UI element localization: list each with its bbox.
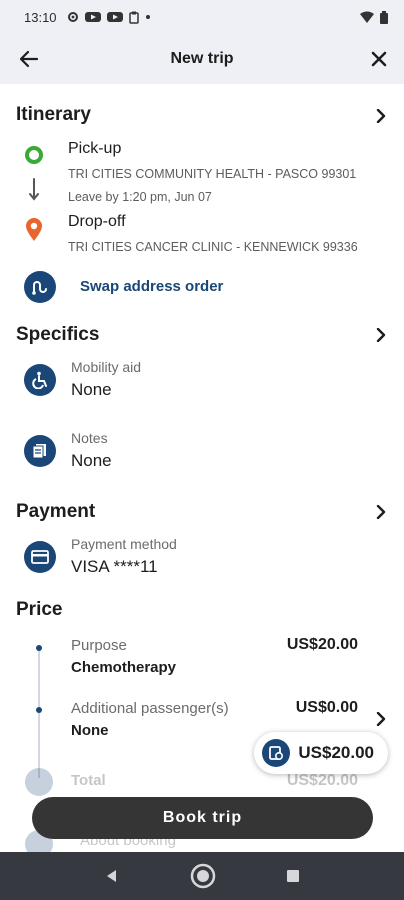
total-price-pill[interactable]: US$20.00 (254, 732, 388, 774)
close-button[interactable] (366, 46, 392, 72)
mobility-aid-label: Mobility aid (71, 359, 142, 375)
purpose-dot (36, 645, 42, 651)
book-trip-button[interactable]: Book trip (32, 797, 373, 839)
price-tag-icon-circle (262, 739, 291, 767)
passengers-label: Additional passenger(s) (71, 700, 229, 717)
swap-address-button[interactable]: Swap address order (80, 278, 223, 295)
leave-by-text: Leave by 1:20 pm, Jun 07 (68, 190, 212, 204)
system-nav-bar (0, 852, 404, 900)
status-time: 13:10 (24, 9, 57, 25)
settings-icon (67, 12, 78, 22)
credit-card-icon (31, 550, 49, 564)
payment-chevron-right-icon[interactable] (374, 505, 388, 519)
arrow-left-icon (19, 50, 39, 68)
price-title: Price (16, 599, 63, 620)
clipboard-icon (128, 11, 139, 24)
passengers-amount: US$0.00 (295, 699, 358, 716)
mobility-aid-value: None (71, 380, 112, 399)
notes-label: Notes (71, 430, 108, 446)
battery-icon (380, 10, 388, 24)
nav-home-icon[interactable] (189, 862, 217, 890)
purpose-value: Chemotherapy (71, 659, 177, 676)
youtube-icon-2 (106, 12, 123, 22)
specifics-chevron-right-icon[interactable] (374, 328, 388, 342)
itinerary-title: Itinerary (16, 104, 91, 125)
price-timeline (38, 648, 40, 778)
payment-title: Payment (16, 501, 96, 522)
total-icon-circle (25, 768, 53, 796)
app-bar: New trip (0, 34, 404, 84)
dropoff-marker-icon (26, 218, 42, 241)
dropoff-address: TRI CITIES CANCER CLINIC - KENNEWICK 993… (68, 240, 358, 254)
passengers-dot (36, 707, 42, 713)
price-tag-icon (269, 746, 284, 761)
pickup-label: Pick-up (68, 140, 122, 157)
wheelchair-icon (32, 371, 47, 389)
arrow-down-icon (29, 178, 39, 201)
total-label: Total (71, 772, 106, 789)
notes-icon-circle (24, 435, 56, 467)
purpose-label: Purpose (71, 637, 127, 654)
dropoff-label: Drop-off (68, 213, 126, 230)
status-bar: 13:10 (0, 0, 404, 34)
nav-recents-icon[interactable] (286, 869, 300, 883)
nav-back-icon[interactable] (104, 868, 120, 884)
payment-method-value: VISA ****11 (71, 557, 158, 576)
youtube-icon (84, 12, 101, 22)
wifi-icon (360, 11, 374, 23)
swap-icon (32, 281, 47, 295)
back-button[interactable] (16, 46, 42, 72)
passengers-value: None (71, 722, 109, 739)
pickup-address: TRI CITIES COMMUNITY HEALTH - PASCO 9930… (68, 167, 357, 181)
total-amount: US$20.00 (286, 772, 358, 789)
total-pill-amount: US$20.00 (298, 743, 374, 762)
specifics-title: Specifics (16, 324, 100, 345)
dot-icon (145, 15, 150, 19)
notes-icon (32, 444, 46, 459)
wheelchair-icon-circle (24, 364, 56, 396)
passengers-chevron-right-icon[interactable] (374, 712, 388, 726)
credit-card-icon-circle (24, 541, 56, 573)
notes-value: None (71, 451, 112, 470)
purpose-amount: US$20.00 (286, 636, 358, 653)
close-icon (371, 51, 387, 67)
page-title: New trip (170, 50, 234, 67)
itinerary-chevron-right-icon[interactable] (374, 109, 388, 123)
pickup-marker-icon (25, 146, 43, 164)
payment-method-label: Payment method (71, 536, 177, 552)
swap-icon-circle[interactable] (24, 271, 56, 303)
